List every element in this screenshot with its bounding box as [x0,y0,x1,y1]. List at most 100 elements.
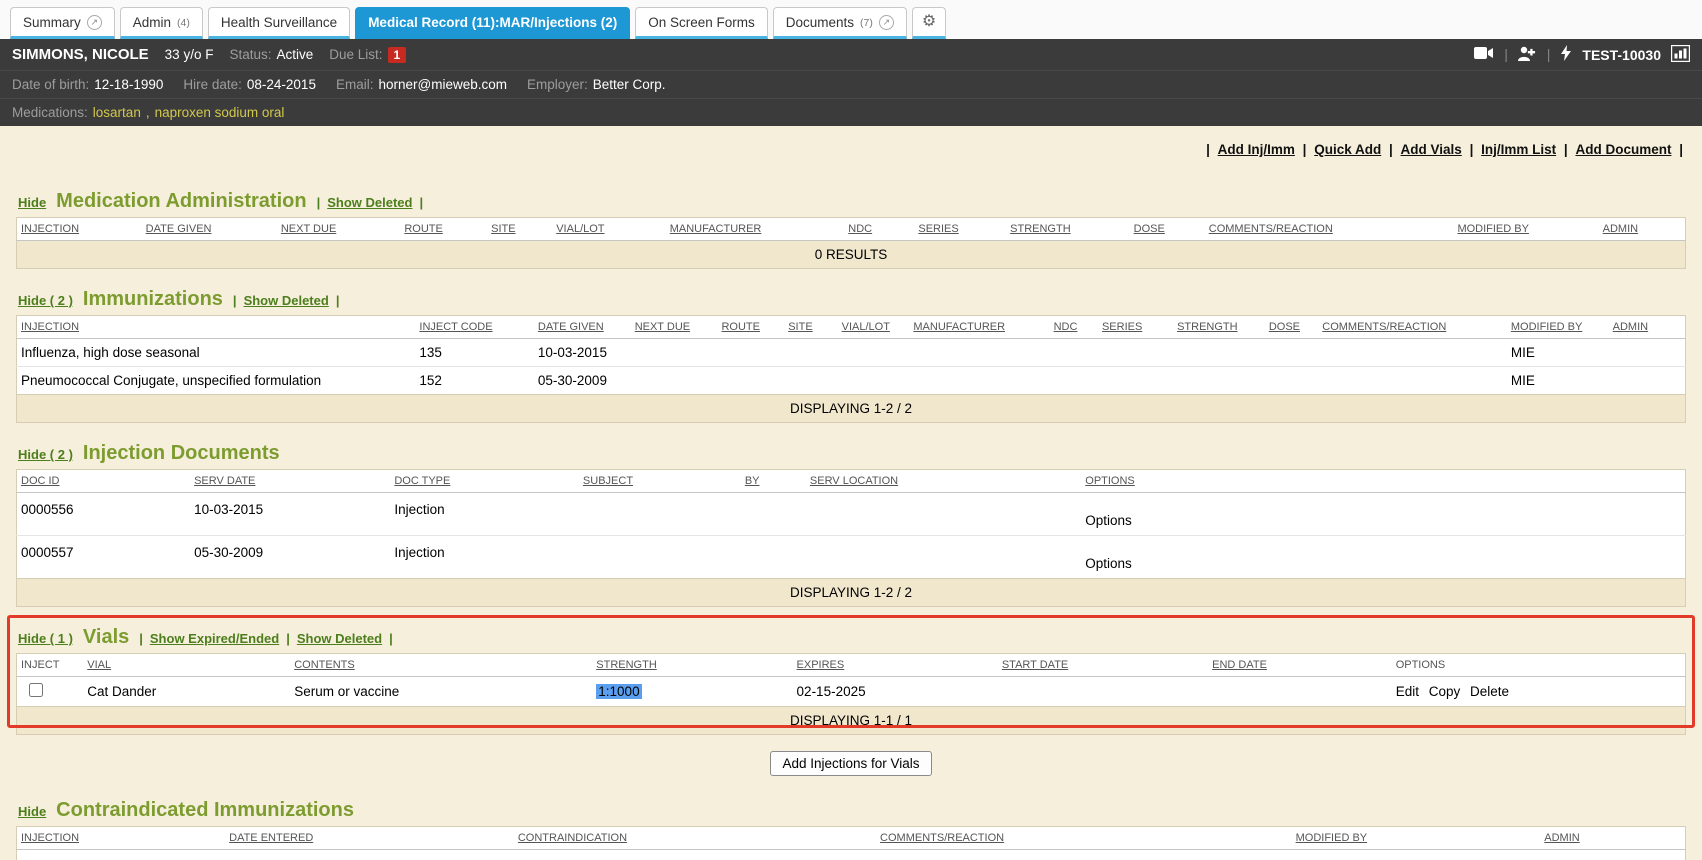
col-comments-reaction[interactable]: COMMENTS/REACTION [1209,223,1333,235]
table-header-row: INJECTION DATE GIVEN NEXT DUE ROUTE SITE… [17,218,1686,241]
col-series[interactable]: SERIES [1102,321,1142,333]
due-list-badge[interactable]: 1 [388,47,407,63]
medication-link[interactable]: naproxen sodium oral [155,105,285,120]
col-serv-location[interactable]: SERV LOCATION [810,475,898,487]
col-modified-by[interactable]: MODIFIED BY [1296,832,1368,844]
col-injection[interactable]: INJECTION [21,223,79,235]
col-by[interactable]: BY [745,475,760,487]
chart-icon[interactable] [1671,45,1690,65]
col-admin[interactable]: ADMIN [1603,223,1638,235]
copy-link[interactable]: Copy [1429,684,1461,699]
col-end-date[interactable]: END DATE [1212,659,1267,671]
cell-modified-by: MIE [1507,367,1609,395]
col-modified-by[interactable]: MODIFIED BY [1457,223,1529,235]
show-deleted-link[interactable]: Show Deleted [244,293,329,308]
medication-link[interactable]: losartan [93,105,141,120]
popout-icon[interactable]: ↗ [879,15,894,30]
tab-on-screen-forms[interactable]: On Screen Forms [635,7,768,39]
col-contraindication[interactable]: CONTRAINDICATION [518,832,627,844]
employer-value: Better Corp. [593,77,666,92]
add-person-icon[interactable] [1518,46,1537,64]
tab-label: Summary [23,15,81,30]
video-call-icon[interactable] [1474,46,1494,63]
col-next-due[interactable]: NEXT DUE [281,223,336,235]
show-expired-link[interactable]: Show Expired/Ended [150,631,279,646]
action-inj-imm-list[interactable]: Inj/Imm List [1481,142,1556,157]
col-strength[interactable]: STRENGTH [596,659,657,671]
settings-tab[interactable]: ⚙ [912,7,946,39]
col-injection[interactable]: INJECTION [21,321,79,333]
col-options[interactable]: OPTIONS [1085,475,1135,487]
status-value: Active [276,47,313,62]
lightning-icon[interactable] [1560,45,1572,64]
col-admin[interactable]: ADMIN [1613,321,1648,333]
col-next-due[interactable]: NEXT DUE [635,321,690,333]
immunization-row[interactable]: Pneumococcal Conjugate, unspecified form… [17,367,1686,395]
col-date-given[interactable]: DATE GIVEN [146,223,212,235]
cell-doc-type: Injection [390,536,579,579]
col-series[interactable]: SERIES [918,223,958,235]
tab-admin[interactable]: Admin (4) [120,7,203,39]
col-site[interactable]: SITE [491,223,515,235]
vial-select-checkbox[interactable] [29,683,43,697]
col-site[interactable]: SITE [788,321,812,333]
cell-vial: Cat Dander [83,677,290,707]
col-dose[interactable]: DOSE [1269,321,1300,333]
tab-documents[interactable]: Documents (7) ↗ [773,7,907,39]
col-options: OPTIONS [1396,659,1446,671]
document-row[interactable]: 0000556 10-03-2015 Injection Options [17,493,1686,536]
col-doc-type[interactable]: DOC TYPE [394,475,450,487]
vial-row[interactable]: Cat Dander Serum or vaccine 1:1000 02-15… [17,677,1686,707]
col-vial[interactable]: VIAL [87,659,111,671]
col-strength[interactable]: STRENGTH [1177,321,1238,333]
col-strength[interactable]: STRENGTH [1010,223,1071,235]
document-row[interactable]: 0000557 05-30-2009 Injection Options [17,536,1686,579]
col-contents[interactable]: CONTENTS [294,659,355,671]
add-injections-for-vials-button[interactable]: Add Injections for Vials [770,751,931,776]
col-date-given[interactable]: DATE GIVEN [538,321,604,333]
contraindicated-table: INJECTION DATE ENTERED CONTRAINDICATION … [16,826,1686,860]
col-manufacturer[interactable]: MANUFACTURER [670,223,762,235]
action-add-inj-imm[interactable]: Add Inj/Imm [1218,142,1295,157]
col-comments-reaction[interactable]: COMMENTS/REACTION [1322,321,1446,333]
col-comments-reaction[interactable]: COMMENTS/REACTION [880,832,1004,844]
col-serv-date[interactable]: SERV DATE [194,475,255,487]
delete-link[interactable]: Delete [1470,684,1509,699]
popout-icon[interactable]: ↗ [87,15,102,30]
hide-link[interactable]: Hide ( 2 ) [18,293,73,308]
hide-link[interactable]: Hide [18,195,46,210]
col-start-date[interactable]: START DATE [1002,659,1068,671]
hide-link[interactable]: Hide ( 1 ) [18,631,73,646]
action-add-vials[interactable]: Add Vials [1401,142,1462,157]
show-deleted-link[interactable]: Show Deleted [327,195,412,210]
options-menu[interactable]: Options [1085,556,1132,571]
action-quick-add[interactable]: Quick Add [1314,142,1381,157]
edit-link[interactable]: Edit [1396,684,1419,699]
tab-health-surveillance[interactable]: Health Surveillance [208,7,350,39]
col-vial-lot[interactable]: VIAL/LOT [556,223,604,235]
tab-summary[interactable]: Summary ↗ [10,7,115,39]
col-inject-code[interactable]: INJECT CODE [419,321,492,333]
options-menu[interactable]: Options [1085,513,1132,528]
col-vial-lot[interactable]: VIAL/LOT [842,321,890,333]
col-route[interactable]: ROUTE [404,223,443,235]
col-doc-id[interactable]: DOC ID [21,475,60,487]
action-add-document[interactable]: Add Document [1575,142,1671,157]
show-deleted-link[interactable]: Show Deleted [297,631,382,646]
col-manufacturer[interactable]: MANUFACTURER [913,321,1005,333]
table-header-row: DOC ID SERV DATE DOC TYPE SUBJECT BY SER… [17,470,1686,493]
hide-link[interactable]: Hide ( 2 ) [18,447,73,462]
immunization-row[interactable]: Influenza, high dose seasonal 135 10-03-… [17,339,1686,367]
hide-link[interactable]: Hide [18,804,46,819]
col-subject[interactable]: SUBJECT [583,475,633,487]
col-route[interactable]: ROUTE [721,321,760,333]
col-ndc[interactable]: NDC [848,223,872,235]
col-dose[interactable]: DOSE [1134,223,1165,235]
col-expires[interactable]: EXPIRES [797,659,845,671]
col-injection[interactable]: INJECTION [21,832,79,844]
col-date-entered[interactable]: DATE ENTERED [229,832,313,844]
tab-medical-record[interactable]: Medical Record (11):MAR/Injections (2) [355,7,630,39]
col-admin[interactable]: ADMIN [1544,832,1579,844]
col-ndc[interactable]: NDC [1054,321,1078,333]
col-modified-by[interactable]: MODIFIED BY [1511,321,1583,333]
